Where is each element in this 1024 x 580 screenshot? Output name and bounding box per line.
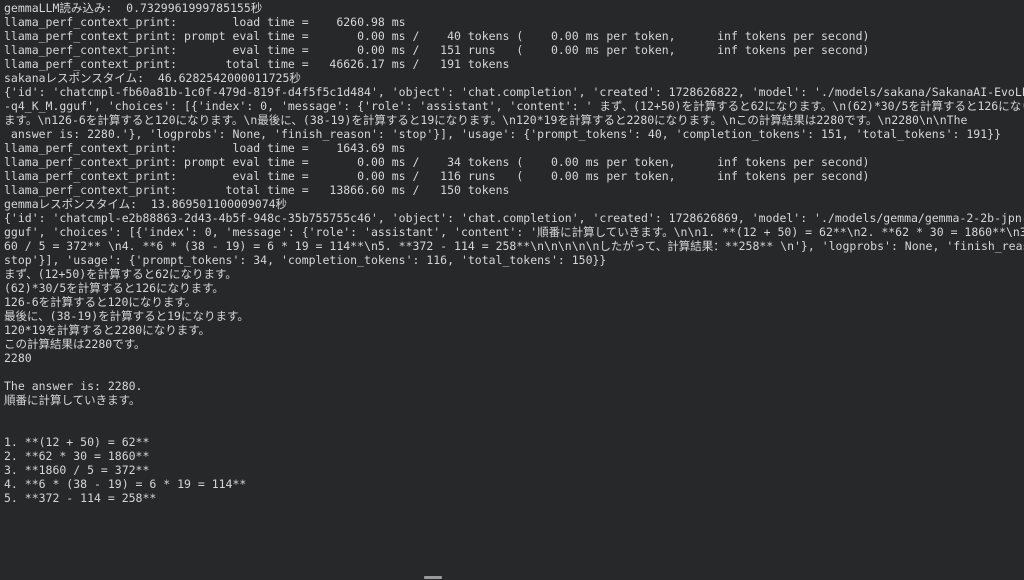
- console-line: ます。\n126-6を計算すると120になります。\n最後に、(38-19)を計…: [4, 113, 968, 127]
- console-line: llama_perf_context_print: load time = 62…: [4, 15, 406, 29]
- console-line: 2280: [4, 351, 32, 365]
- console-line: gemmaLLM読み込み: 0.7329961999785155秒: [4, 1, 263, 15]
- console-line: llama_perf_context_print: prompt eval ti…: [4, 155, 870, 169]
- console-line: -q4_K_M.gguf', 'choices': [{'index': 0, …: [4, 99, 1024, 113]
- console-line: answer is: 2280.'}, 'logprobs': None, 'f…: [4, 127, 1001, 141]
- console-line: sakanaレスポンスタイム: 46.6282542000011725秒: [4, 71, 301, 85]
- console-line: llama_perf_context_print: prompt eval ti…: [4, 29, 870, 43]
- console-line: The answer is: 2280.: [4, 379, 143, 393]
- console-line: 1. **(12 + 50) = 62**: [4, 435, 150, 449]
- console-line: 5. **372 - 114 = 258**: [4, 491, 157, 505]
- console-line: {'id': 'chatcmpl-e2b88863-2d43-4b5f-948c…: [4, 211, 1024, 225]
- console-line: {'id': 'chatcmpl-fb60a81b-1c0f-479d-819f…: [4, 85, 1024, 99]
- console-line: llama_perf_context_print: total time = 4…: [4, 57, 510, 71]
- console-output: gemmaLLM読み込み: 0.7329961999785155秒 llama_p…: [4, 1, 1024, 580]
- console-line: 120*19を計算すると2280になります。: [4, 323, 211, 337]
- console-line: llama_perf_context_print: total time = 1…: [4, 183, 510, 197]
- console-line: llama_perf_context_print: load time = 16…: [4, 141, 406, 155]
- console-line: 2. **62 * 30 = 1860**: [4, 449, 150, 463]
- console-line: (62)*30/5を計算すると126になります。: [4, 281, 224, 295]
- console-line: gemmaレスポンスタイム: 13.869501100009074秒: [4, 197, 288, 211]
- console-line: stop'}], 'usage': {'prompt_tokens': 34, …: [4, 253, 607, 267]
- console-line: llama_perf_context_print: eval time = 0.…: [4, 169, 870, 183]
- horizontal-scrollbar-thumb[interactable]: [424, 576, 442, 579]
- console-line: 4. **6 * (38 - 19) = 6 * 19 = 114**: [4, 477, 247, 491]
- horizontal-scrollbar-track[interactable]: [0, 574, 1024, 580]
- console-line: 最後に、(38-19)を計算すると19になります。: [4, 309, 249, 323]
- console-line: 3. **1860 / 5 = 372**: [4, 463, 150, 477]
- console-line: この計算結果は2280です。: [4, 337, 146, 351]
- terminal-window: gemmaLLM読み込み: 0.7329961999785155秒 llama_p…: [0, 0, 1024, 580]
- console-line: 126-6を計算すると120になります。: [4, 295, 197, 309]
- console-line: まず、(12+50)を計算すると62になります。: [4, 267, 237, 281]
- console-line: 60 / 5 = 372** \n4. **6 * (38 - 19) = 6 …: [4, 239, 1024, 253]
- console-line: 順番に計算していきます。: [4, 393, 141, 407]
- console-line: gguf', 'choices': [{'index': 0, 'message…: [4, 225, 1024, 239]
- console-line: llama_perf_context_print: eval time = 0.…: [4, 43, 870, 57]
